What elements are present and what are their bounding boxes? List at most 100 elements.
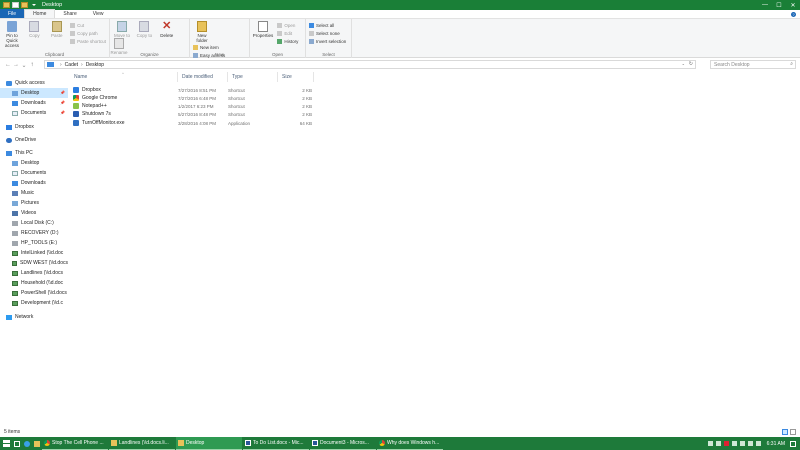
table-row[interactable]: Notepad++ 1/2/2017 6:23 PM Shortcut 2 KB: [70, 102, 314, 110]
properties-icon[interactable]: [12, 2, 19, 8]
nav-item-intellinked[interactable]: IntelLinked (\\d.doc: [0, 248, 68, 258]
volume-icon[interactable]: [747, 441, 753, 446]
search-input[interactable]: Search Desktop ⌕: [710, 60, 796, 69]
column-header-name[interactable]: Name ^: [70, 71, 178, 82]
tab-home[interactable]: Home: [24, 9, 56, 18]
nav-item-landlines[interactable]: Landlines (\\d.docs: [0, 268, 68, 278]
nav-item-network[interactable]: Network: [0, 312, 68, 322]
large-icons-view-icon[interactable]: [790, 429, 796, 435]
help-icon[interactable]: ?: [791, 12, 796, 17]
copy-button[interactable]: Copy: [24, 21, 44, 38]
shield-icon[interactable]: [707, 441, 713, 446]
nav-item-quick-access[interactable]: Quick access: [0, 78, 68, 88]
minimize-button[interactable]: —: [758, 0, 772, 10]
tray-app-icon[interactable]: [715, 441, 721, 446]
column-header-date-modified[interactable]: Date modified: [178, 72, 228, 82]
nav-item-hp-tools-e[interactable]: HP_TOOLS (E:): [0, 238, 68, 248]
tab-view[interactable]: View: [85, 9, 112, 18]
start-button[interactable]: [0, 437, 12, 450]
properties-button[interactable]: Properties: [252, 21, 274, 38]
nav-item-local-disk-c[interactable]: Local Disk (C:): [0, 218, 68, 228]
nav-item-onedrive[interactable]: OneDrive: [0, 135, 68, 145]
edit-button[interactable]: Edit: [277, 29, 298, 37]
nav-item-documents-pinned[interactable]: Documents 📌: [0, 108, 68, 118]
refresh-icon[interactable]: ↻: [689, 61, 693, 67]
new-folder-icon[interactable]: [21, 2, 28, 8]
explorer-window: Desktop — ☐ ✕ File Home Share View ? Pin…: [0, 0, 800, 437]
table-row[interactable]: Dropbox 7/27/2016 8:51 PM Shortcut 2 KB: [70, 86, 314, 94]
nav-item-desktop[interactable]: Desktop: [0, 158, 68, 168]
antivirus-icon[interactable]: [723, 441, 729, 446]
nav-item-downloads[interactable]: Downloads: [0, 178, 68, 188]
action-center-icon[interactable]: [790, 440, 796, 447]
breadcrumb-item-desktop[interactable]: Desktop: [86, 62, 104, 68]
open-button[interactable]: Open: [277, 21, 298, 29]
taskbar-item[interactable]: Landlines (\\d.docs.li...: [109, 437, 175, 450]
up-arrow-icon[interactable]: ↑: [28, 60, 36, 70]
maximize-button[interactable]: ☐: [772, 0, 786, 10]
table-row[interactable]: Google Chrome 7/27/2016 6:48 PM Shortcut…: [70, 94, 314, 102]
edge-icon[interactable]: [22, 437, 32, 450]
move-to-button[interactable]: Move to: [112, 21, 132, 38]
nav-item-recovery-d[interactable]: RECOVERY (D:): [0, 228, 68, 238]
nav-item-documents[interactable]: Documents: [0, 168, 68, 178]
file-list: Name ^ Date modified Type Size Dropbox 7/…: [70, 71, 796, 427]
tab-file[interactable]: File: [0, 9, 25, 18]
tab-share[interactable]: Share: [55, 9, 84, 18]
breadcrumb[interactable]: › Cadet › Desktop ⌄ ↻: [44, 60, 696, 69]
recent-locations-chevron-icon[interactable]: ⌄: [20, 60, 28, 70]
nav-item-this-pc[interactable]: This PC: [0, 148, 68, 158]
column-header-type[interactable]: Type: [228, 72, 278, 82]
file-date: 1/2/2017 6:23 PM: [178, 103, 214, 109]
delete-button[interactable]: ✕ Delete: [157, 21, 177, 39]
show-hidden-icons-icon[interactable]: [731, 441, 737, 446]
nav-item-sdw-west[interactable]: SDW WEST (\\d.docs: [0, 258, 68, 268]
copy-path-button[interactable]: Copy path: [70, 29, 106, 37]
taskbar-item-active[interactable]: Desktop: [176, 437, 242, 450]
file-explorer-icon[interactable]: [32, 437, 42, 450]
breadcrumb-separator-icon[interactable]: ›: [60, 62, 62, 68]
chevron-down-icon[interactable]: ⌄: [682, 61, 685, 66]
nav-item-dropbox[interactable]: Dropbox: [0, 122, 68, 132]
new-folder-button[interactable]: New folder: [192, 21, 212, 43]
nav-item-downloads-pinned[interactable]: Downloads 📌: [0, 98, 68, 108]
task-view-icon[interactable]: [12, 437, 22, 450]
clock[interactable]: 6:31 AM: [767, 441, 785, 447]
nav-item-music[interactable]: Music: [0, 188, 68, 198]
close-button[interactable]: ✕: [786, 0, 800, 10]
nav-item-desktop-pinned[interactable]: Desktop 📌: [0, 88, 68, 98]
taskbar-item[interactable]: Stop The Cell Phone ...: [42, 437, 108, 450]
nav-item-powershell[interactable]: PowerShell (\\d.docs: [0, 288, 68, 298]
nav-item-videos[interactable]: Videos: [0, 208, 68, 218]
details-view-icon[interactable]: [782, 429, 788, 435]
forward-arrow-icon[interactable]: →: [12, 60, 20, 70]
cut-button[interactable]: Cut: [70, 21, 106, 29]
copy-to-button[interactable]: Copy to: [134, 21, 154, 38]
new-item-button[interactable]: New item: [193, 43, 225, 51]
table-row[interactable]: TurnOffMonitor.exe 3/28/2016 4:08 PM App…: [70, 119, 314, 127]
file-size: 2 KB: [302, 87, 312, 93]
back-arrow-icon[interactable]: ←: [4, 60, 12, 70]
chevron-down-icon[interactable]: [32, 4, 36, 6]
column-header-size[interactable]: Size: [278, 72, 314, 82]
breadcrumb-separator-icon[interactable]: ›: [81, 62, 83, 68]
taskbar-item[interactable]: Document3 - Micros...: [310, 437, 376, 450]
nav-item-development[interactable]: Development (\\d.c: [0, 298, 68, 308]
network-icon[interactable]: [739, 441, 745, 446]
taskbar-item[interactable]: Why does Windows h...: [377, 437, 443, 450]
select-all-button[interactable]: Select all: [309, 21, 346, 29]
breadcrumb-item-cadet[interactable]: Cadet: [65, 62, 78, 68]
group-label: Clipboard: [44, 52, 65, 57]
taskbar-item[interactable]: To Do List.docx - Mic...: [243, 437, 309, 450]
ribbon-tabs: File Home Share View ?: [0, 9, 800, 19]
pin-quick-access-button[interactable]: Pin to Quick access: [2, 21, 22, 48]
nav-item-pictures[interactable]: Pictures: [0, 198, 68, 208]
history-button[interactable]: History: [277, 37, 298, 45]
select-none-button[interactable]: Select none: [309, 29, 346, 37]
keyboard-icon[interactable]: [755, 441, 761, 446]
nav-item-household[interactable]: Household (\\d.doc: [0, 278, 68, 288]
paste-button[interactable]: Paste: [47, 21, 67, 38]
invert-selection-button[interactable]: Invert selection: [309, 37, 346, 45]
table-row[interactable]: Shutdown 7s 5/27/2016 8:48 PM Shortcut 2…: [70, 110, 314, 118]
paste-shortcut-button[interactable]: Paste shortcut: [70, 37, 106, 45]
